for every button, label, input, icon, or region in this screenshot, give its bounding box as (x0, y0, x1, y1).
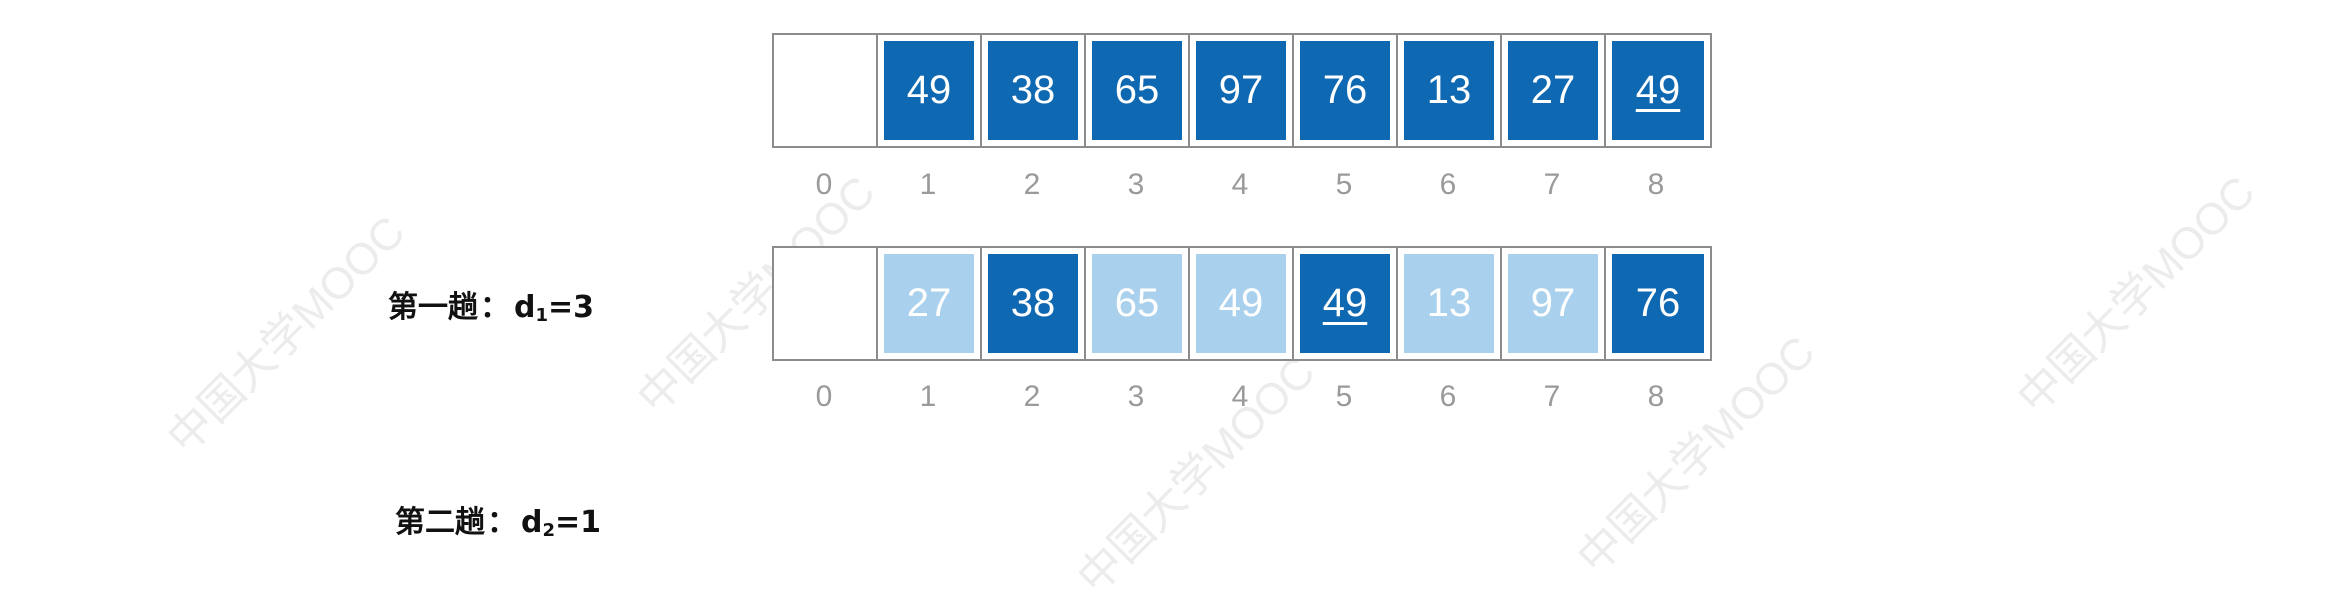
array-cell: 97 (1190, 35, 1294, 146)
element-value: 38 (1010, 281, 1056, 325)
element-box-highlighted: 49 (1612, 41, 1704, 140)
array-cell: 65 (1086, 35, 1190, 146)
element-value: 65 (1114, 68, 1160, 112)
array-index-label: 0 (815, 380, 833, 413)
element-value: 65 (1114, 281, 1160, 325)
array-cell: 49 (878, 35, 982, 146)
array-index-label: 5 (1335, 380, 1353, 413)
element-value: 13 (1426, 68, 1472, 112)
element-value: 97 (1218, 68, 1264, 112)
element-box-highlighted: 76 (1612, 254, 1704, 353)
element-box-highlighted: 49 (884, 41, 974, 140)
array-index-label: 7 (1543, 168, 1561, 201)
pass1-suffix: =3 (548, 290, 595, 325)
array-index-label: 1 (919, 168, 937, 201)
array-index-label: 1 (919, 380, 937, 413)
element-value: 38 (1010, 68, 1056, 112)
index-row-after-pass1: 0 1 2 3 4 5 6 7 8 (772, 380, 1708, 414)
element-value: 76 (1635, 281, 1681, 325)
array-index-label: 3 (1127, 380, 1145, 413)
array-cell: 97 (1502, 248, 1606, 359)
array-original: 49 38 65 97 76 13 27 49 (772, 33, 1712, 148)
array-index-label: 5 (1335, 168, 1353, 201)
watermark: 中国大学MOOC (158, 207, 415, 464)
element-value: 27 (906, 281, 952, 325)
element-box-faded: 65 (1092, 254, 1182, 353)
element-box-highlighted: 76 (1300, 41, 1390, 140)
element-box-faded: 27 (884, 254, 974, 353)
pass1-sub: 1 (535, 305, 549, 326)
element-value: 49 (906, 68, 952, 112)
pass2-var: d (521, 505, 543, 540)
array-cell: 65 (1086, 248, 1190, 359)
array-cell: 76 (1606, 248, 1710, 359)
pass1-var: d (514, 290, 536, 325)
element-box-highlighted: 13 (1404, 41, 1494, 140)
array-cell (774, 35, 878, 146)
element-box-highlighted: 38 (988, 41, 1078, 140)
array-index-label: 0 (815, 168, 833, 201)
array-cell: 13 (1398, 35, 1502, 146)
pass1-colon: ： (480, 290, 510, 325)
array-after-pass1: 27 38 65 49 49 13 97 76 (772, 246, 1712, 361)
array-index-label: 4 (1231, 380, 1249, 413)
array-cell: 38 (982, 248, 1086, 359)
element-value: 49 (1635, 68, 1681, 112)
array-cell: 13 (1398, 248, 1502, 359)
array-cell: 49 (1190, 248, 1294, 359)
element-value: 76 (1322, 68, 1368, 112)
element-value: 49 (1218, 281, 1264, 325)
element-box-highlighted: 27 (1508, 41, 1598, 140)
watermark: 中国大学MOOC (2008, 167, 2265, 424)
array-index-label: 2 (1023, 380, 1041, 413)
array-cell: 38 (982, 35, 1086, 146)
pass2-suffix: =1 (555, 505, 602, 540)
array-cell (774, 248, 878, 359)
array-index-label: 8 (1647, 168, 1665, 201)
index-row-original: 0 1 2 3 4 5 6 7 8 (772, 168, 1708, 202)
element-box-highlighted: 65 (1092, 41, 1182, 140)
element-box-faded: 49 (1196, 254, 1286, 353)
element-box-highlighted: 38 (988, 254, 1078, 353)
array-index-label: 6 (1439, 168, 1457, 201)
pass1-label: 第一趟： d1=3 (388, 282, 594, 326)
element-value: 97 (1530, 281, 1576, 325)
pass2-prefix: 第二趟 (395, 505, 485, 540)
pass1-prefix: 第一趟 (388, 290, 478, 325)
watermark: 中国大学MOOC (1068, 347, 1325, 604)
element-box-highlighted: 97 (1196, 41, 1286, 140)
array-index-label: 8 (1647, 380, 1665, 413)
array-cell: 76 (1294, 35, 1398, 146)
array-index-label: 4 (1231, 168, 1249, 201)
array-index-label: 2 (1023, 168, 1041, 201)
pass2-sub: 2 (542, 520, 556, 541)
element-value: 49 (1322, 281, 1368, 325)
pass2-colon: ： (487, 505, 517, 540)
array-cell: 49 (1294, 248, 1398, 359)
element-box-highlighted: 49 (1300, 254, 1390, 353)
pass2-label: 第二趟： d2=1 (395, 497, 601, 541)
array-cell: 27 (1502, 35, 1606, 146)
array-cell: 49 (1606, 35, 1710, 146)
array-index-label: 7 (1543, 380, 1561, 413)
element-value: 13 (1426, 281, 1472, 325)
element-box-faded: 13 (1404, 254, 1494, 353)
element-box-faded: 97 (1508, 254, 1598, 353)
array-cell: 27 (878, 248, 982, 359)
element-value: 27 (1530, 68, 1576, 112)
array-index-label: 3 (1127, 168, 1145, 201)
array-index-label: 6 (1439, 380, 1457, 413)
